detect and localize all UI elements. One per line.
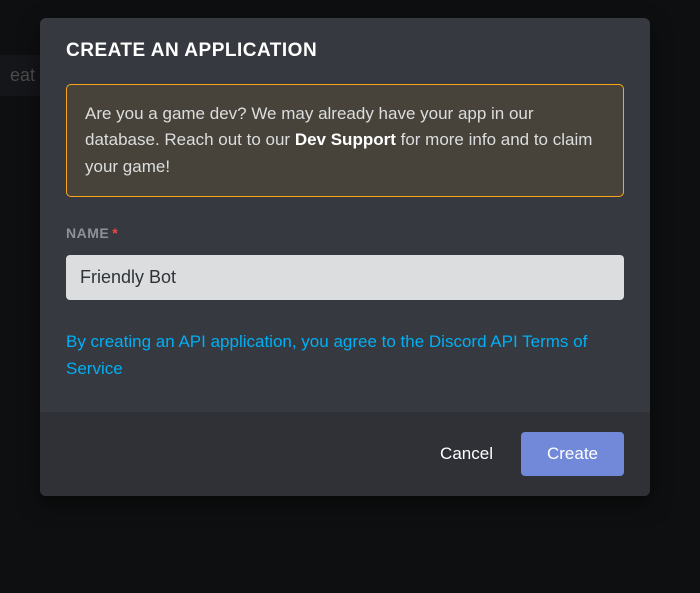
name-label-text: NAME	[66, 225, 109, 241]
modal-footer: Cancel Create	[40, 412, 650, 496]
terms-of-service-link[interactable]: By creating an API application, you agre…	[66, 332, 587, 378]
name-field-group: NAME*	[66, 225, 624, 300]
create-application-modal: CREATE AN APPLICATION Are you a game dev…	[40, 18, 650, 496]
game-dev-notice: Are you a game dev? We may already have …	[66, 84, 624, 197]
dev-support-link[interactable]: Dev Support	[295, 130, 396, 149]
create-button[interactable]: Create	[521, 432, 624, 476]
required-marker: *	[112, 225, 118, 241]
modal-title: CREATE AN APPLICATION	[66, 40, 624, 62]
name-label: NAME*	[66, 225, 118, 241]
name-input[interactable]	[66, 255, 624, 300]
modal-body: Are you a game dev? We may already have …	[40, 62, 650, 412]
modal-header: CREATE AN APPLICATION	[40, 18, 650, 62]
cancel-button[interactable]: Cancel	[436, 436, 497, 472]
terms-agreement: By creating an API application, you agre…	[66, 328, 624, 382]
